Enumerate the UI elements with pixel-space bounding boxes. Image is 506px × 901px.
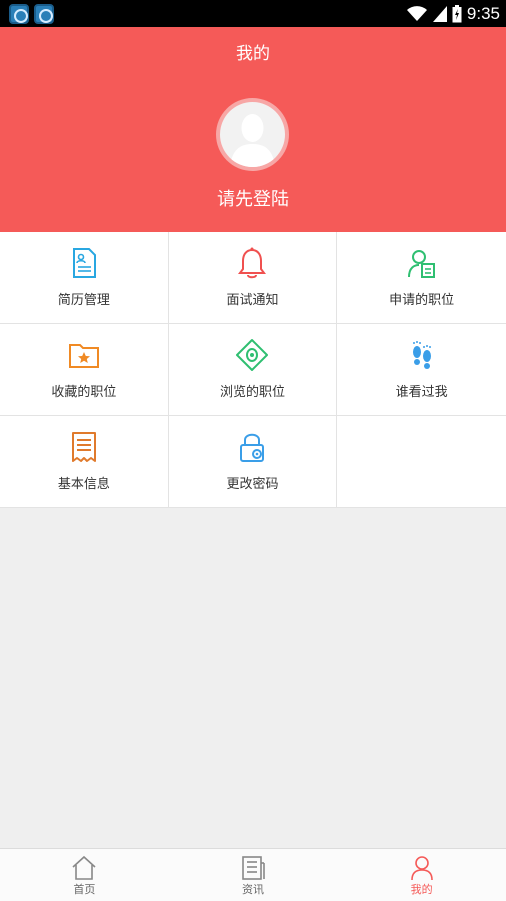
bottom-tab-bar: 首页 资讯 我的 bbox=[0, 848, 506, 901]
battery-icon bbox=[452, 4, 462, 22]
bell-icon bbox=[238, 247, 267, 279]
resume-icon bbox=[72, 248, 96, 278]
wifi-icon bbox=[406, 5, 427, 21]
menu-item-label: 浏览的职位 bbox=[219, 385, 285, 400]
eye-icon bbox=[236, 339, 269, 371]
tab-label: 资讯 bbox=[242, 883, 264, 896]
menu-item-saved-jobs[interactable]: 收藏的职位 bbox=[0, 324, 169, 415]
menu-item-who-viewed-me[interactable]: 谁看过我 bbox=[337, 324, 506, 415]
tab-news[interactable]: 资讯 bbox=[169, 849, 338, 901]
home-icon bbox=[72, 855, 96, 880]
page-title: 我的 bbox=[236, 44, 270, 64]
menu-item-basic-info[interactable]: 基本信息 bbox=[0, 416, 169, 507]
menu-item-label: 基本信息 bbox=[57, 477, 110, 492]
profile-header: 我的 请先登陆 bbox=[0, 27, 506, 232]
lock-gear-icon bbox=[240, 433, 265, 462]
tab-profile[interactable]: 我的 bbox=[337, 849, 506, 901]
tab-label: 首页 bbox=[73, 883, 96, 896]
menu-item-label: 更改密码 bbox=[226, 477, 279, 492]
menu-item-label: 简历管理 bbox=[57, 293, 110, 308]
receipt-icon bbox=[71, 432, 96, 462]
login-prompt[interactable]: 请先登陆 bbox=[0, 185, 506, 211]
menu-item-interview-notice[interactable]: 面试通知 bbox=[168, 232, 338, 323]
empty-cell bbox=[337, 416, 506, 507]
tab-label: 我的 bbox=[410, 883, 433, 896]
menu-item-change-password[interactable]: 更改密码 bbox=[168, 416, 338, 507]
menu-item-resume[interactable]: 简历管理 bbox=[0, 232, 169, 323]
footprints-icon bbox=[412, 341, 431, 369]
menu-grid: 简历管理 面试通知 申请的职位 收藏的职位 浏览的职位 谁看过我 基本信息 更改… bbox=[0, 232, 506, 508]
menu-item-applied-jobs[interactable]: 申请的职位 bbox=[337, 232, 506, 323]
status-bar: 9:35 bbox=[0, 0, 506, 27]
notification-app-icon bbox=[9, 4, 29, 24]
profile-icon bbox=[410, 856, 433, 881]
default-avatar-icon bbox=[230, 114, 275, 167]
avatar[interactable] bbox=[216, 98, 289, 171]
menu-item-label: 面试通知 bbox=[226, 293, 279, 308]
menu-item-viewed-jobs[interactable]: 浏览的职位 bbox=[168, 324, 338, 415]
menu-item-label: 谁看过我 bbox=[395, 385, 448, 400]
clock: 9:35 bbox=[466, 3, 500, 23]
notification-app-icon bbox=[34, 4, 54, 24]
menu-item-label: 收藏的职位 bbox=[51, 385, 117, 400]
news-icon bbox=[242, 856, 265, 880]
folder-star-icon bbox=[68, 344, 99, 368]
signal-icon bbox=[432, 5, 447, 22]
menu-item-label: 申请的职位 bbox=[389, 293, 455, 308]
tab-home[interactable]: 首页 bbox=[0, 849, 169, 901]
applied-person-icon bbox=[407, 250, 435, 278]
